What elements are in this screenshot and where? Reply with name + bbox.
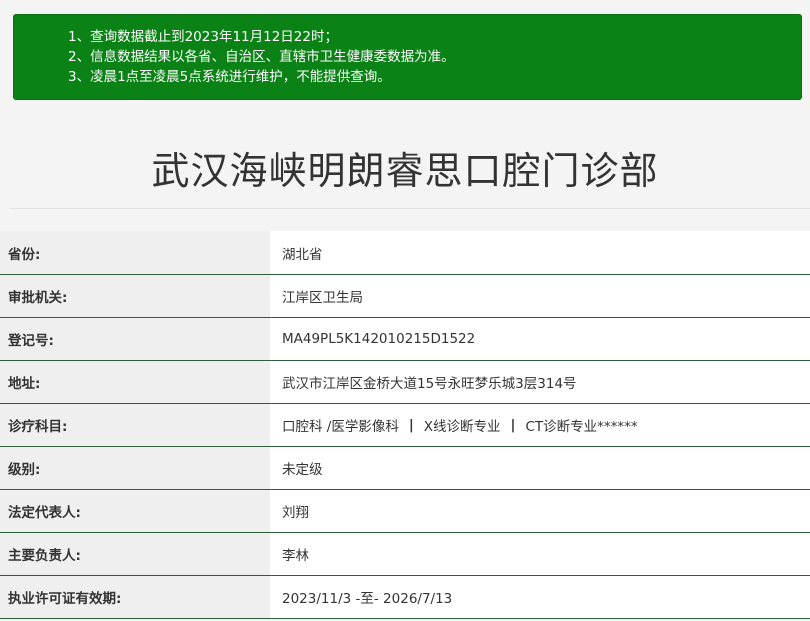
field-value-province: 湖北省: [270, 231, 810, 274]
field-label-address: 地址:: [0, 361, 270, 403]
notice-line: 2、信息数据结果以各省、自治区、直辖市卫生健康委数据为准。: [68, 49, 455, 65]
field-label-registration-no: 登记号:: [0, 318, 270, 360]
subject-separator: |: [408, 417, 414, 433]
field-label-legal-representative: 法定代表人:: [0, 490, 270, 532]
field-value-approval-authority: 江岸区卫生局: [270, 275, 810, 317]
table-row: 诊疗科目: 口腔科 /医学影像科 | X线诊断专业 | CT诊断专业******: [0, 404, 810, 447]
field-value-license-validity: 2023/11/3 -至- 2026/7/13: [270, 576, 810, 618]
field-value-level: 未定级: [270, 447, 810, 489]
table-row: 地址: 武汉市江岸区金桥大道15号永旺梦乐城3层314号: [0, 361, 810, 404]
field-value-registration-no: MA49PL5K142010215D1522: [270, 318, 810, 360]
field-value-subjects: 口腔科 /医学影像科 | X线诊断专业 | CT诊断专业******: [270, 404, 810, 446]
title-divider: [10, 208, 810, 209]
field-value-legal-representative: 刘翔: [270, 490, 810, 532]
field-label-principal: 主要负责人:: [0, 533, 270, 575]
table-row: 法定代表人: 刘翔: [0, 490, 810, 533]
field-label-subjects: 诊疗科目:: [0, 404, 270, 446]
table-row: 登记号: MA49PL5K142010215D1522: [0, 318, 810, 361]
subject-item: CT诊断专业******: [525, 419, 638, 435]
field-label-license-validity: 执业许可证有效期:: [0, 576, 270, 618]
info-table: 省份: 湖北省 审批机关: 江岸区卫生局 登记号: MA49PL5K142010…: [0, 231, 810, 619]
subject-separator: |: [510, 417, 516, 433]
subject-item: X线诊断专业: [423, 419, 501, 435]
table-row: 级别: 未定级: [0, 447, 810, 490]
table-row: 执业许可证有效期: 2023/11/3 -至- 2026/7/13: [0, 576, 810, 619]
subject-item: 口腔科 /医学影像科: [282, 419, 399, 435]
table-row: 审批机关: 江岸区卫生局: [0, 275, 810, 318]
notice-line: 3、凌晨1点至凌晨5点系统进行维护，不能提供查询。: [68, 69, 391, 85]
notice-line: 1、查询数据截止到2023年11月12日22时；: [68, 29, 338, 45]
field-value-address: 武汉市江岸区金桥大道15号永旺梦乐城3层314号: [270, 361, 810, 403]
notice-banner: 1、查询数据截止到2023年11月12日22时； 2、信息数据结果以各省、自治区…: [13, 14, 802, 100]
field-label-province: 省份:: [0, 231, 270, 274]
table-row: 省份: 湖北省: [0, 231, 810, 275]
table-row: 主要负责人: 李林: [0, 533, 810, 576]
field-value-principal: 李林: [270, 533, 810, 575]
page-title: 武汉海峡明朗睿思口腔门诊部: [151, 149, 659, 193]
field-label-level: 级别:: [0, 447, 270, 489]
field-label-approval-authority: 审批机关:: [0, 275, 270, 317]
